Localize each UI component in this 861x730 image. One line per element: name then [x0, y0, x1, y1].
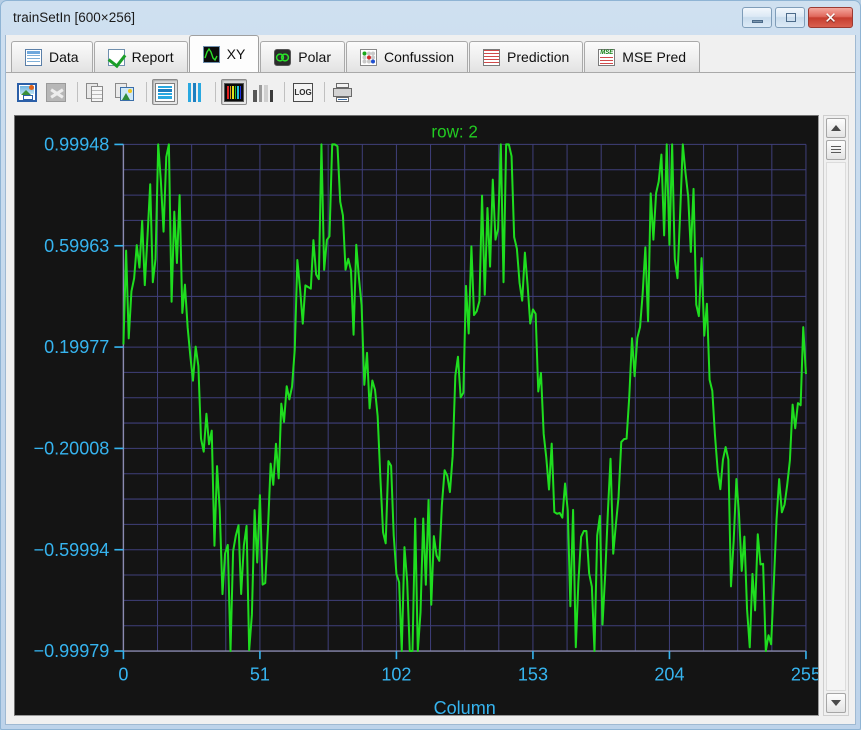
tab-data[interactable]: Data [11, 41, 93, 72]
vertical-lines-icon [184, 82, 204, 102]
svg-text:−0.99979: −0.99979 [34, 641, 110, 661]
svg-text:153: 153 [518, 664, 548, 684]
tab-label: Report [131, 49, 174, 65]
tab-polar[interactable]: Polar [260, 41, 345, 72]
print-button[interactable] [330, 79, 356, 105]
color-bars-icon [224, 82, 244, 102]
copy-image-icon [115, 82, 135, 102]
waveform-icon [202, 45, 220, 63]
close-button[interactable]: ✕ [808, 7, 853, 28]
minimize-icon [752, 20, 763, 23]
dots-icon [359, 48, 377, 66]
svg-text:0.19977: 0.19977 [44, 337, 109, 357]
copy-button[interactable] [83, 79, 109, 105]
svg-text:row: 2: row: 2 [431, 121, 477, 141]
restore-icon [786, 13, 796, 22]
svg-text:255: 255 [791, 664, 818, 684]
mse-icon: MSE [598, 48, 616, 66]
xy-chart: 0.99948 0.59963 0.19977 −0.20008 −0.59994 −0.… [34, 121, 818, 715]
svg-text:0.99948: 0.99948 [44, 134, 109, 154]
scroll-up-button[interactable] [826, 118, 846, 138]
tab-mse-pred[interactable]: MSE MSE Pred [584, 41, 701, 72]
tab-label: Data [49, 49, 79, 65]
toolbar-separator [146, 82, 147, 102]
log-icon: LOG [293, 82, 313, 102]
excel-icon [46, 82, 66, 102]
window-controls: ✕ [742, 7, 853, 28]
checkmark-icon [107, 48, 126, 68]
close-icon: ✕ [824, 10, 837, 27]
svg-text:0: 0 [118, 664, 128, 684]
tab-label: Polar [298, 49, 331, 65]
table-icon [25, 48, 42, 66]
tab-report[interactable]: Report [93, 41, 188, 72]
svg-text:0.59963: 0.59963 [44, 236, 109, 256]
svg-text:204: 204 [654, 664, 684, 684]
title-bar: trainSetIn [600×256] ✕ [1, 1, 860, 35]
tab-prediction[interactable]: Prediction [469, 41, 584, 72]
toolbar-separator [324, 82, 325, 102]
vertical-scrollbar[interactable] [823, 115, 849, 716]
horizontal-lines-button[interactable] [152, 79, 178, 105]
svg-text:−0.59994: −0.59994 [34, 540, 110, 560]
log-scale-button[interactable]: LOG [290, 79, 316, 105]
gray-bars-icon [253, 83, 273, 102]
svg-text:51: 51 [250, 664, 270, 684]
scroll-down-button[interactable] [826, 693, 846, 713]
polar-icon [274, 48, 292, 66]
scrollbar-thumb[interactable] [826, 140, 846, 160]
toolbar: LOG [6, 73, 855, 111]
window-title: trainSetIn [600×256] [13, 10, 135, 25]
tab-label: XY [226, 46, 246, 62]
tab-label: MSE Pred [622, 49, 687, 65]
tab-label: Prediction [507, 49, 570, 65]
svg-text:102: 102 [381, 664, 411, 684]
toolbar-separator [215, 82, 216, 102]
minimize-button[interactable] [742, 7, 772, 28]
svg-text:−0.20008: −0.20008 [34, 438, 110, 458]
tab-label: Confussion [383, 49, 455, 65]
color-bars-button[interactable] [221, 79, 247, 105]
copy-image-button[interactable] [112, 79, 138, 105]
print-icon [333, 82, 353, 102]
tab-xy[interactable]: XY [188, 35, 260, 72]
xy-plot-panel[interactable]: 0.99948 0.59963 0.19977 −0.20008 −0.59994 −0.… [14, 115, 819, 716]
client-area: Data Report XY Polar Confussion Predicti… [5, 35, 856, 725]
chevron-up-icon [831, 125, 841, 131]
chevron-down-icon [831, 700, 841, 706]
application-window: trainSetIn [600×256] ✕ Data Report XY Po… [0, 0, 861, 730]
svg-text:Column: Column [434, 698, 496, 715]
save-image-button[interactable] [14, 79, 40, 105]
toolbar-separator [77, 82, 78, 102]
copy-icon [86, 82, 106, 102]
toolbar-separator [284, 82, 285, 102]
scrollbar-track[interactable] [826, 162, 846, 691]
tab-strip: Data Report XY Polar Confussion Predicti… [6, 35, 855, 73]
vertical-lines-button[interactable] [181, 79, 207, 105]
grid-icon [483, 48, 501, 66]
save-image-icon [17, 82, 37, 102]
export-excel-button[interactable] [43, 79, 69, 105]
tab-confussion[interactable]: Confussion [345, 41, 469, 72]
horizontal-lines-icon [155, 82, 175, 102]
gray-bars-button[interactable] [250, 79, 276, 105]
grip-icon [831, 146, 841, 154]
restore-button[interactable] [775, 7, 805, 28]
